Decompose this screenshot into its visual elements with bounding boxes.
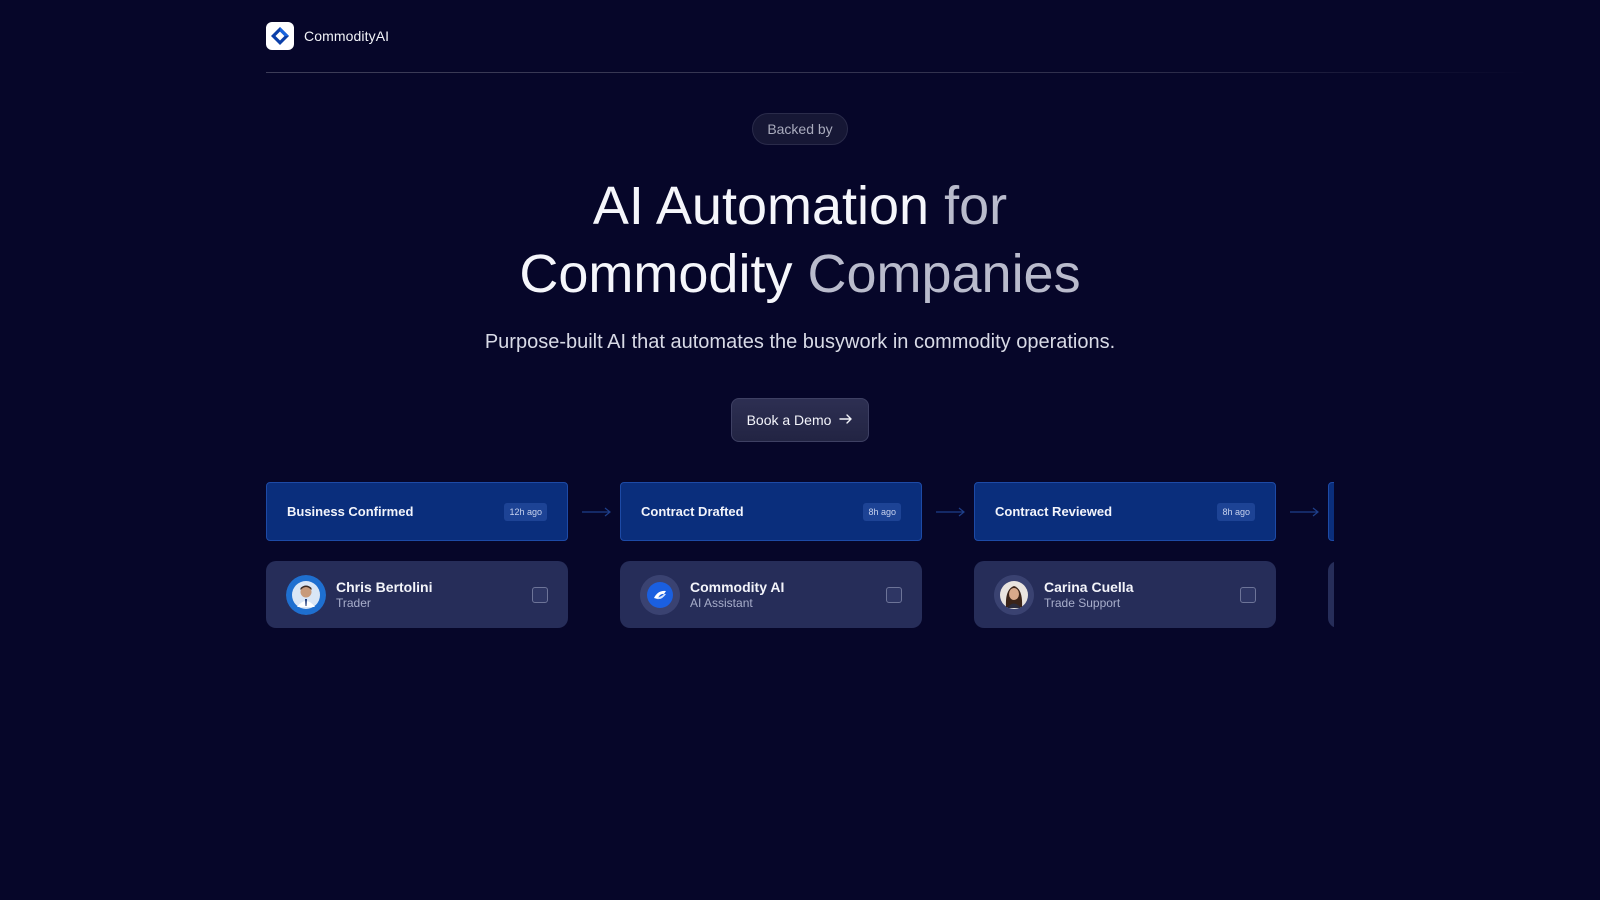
assignee-text: Chris Bertolini Trader	[336, 579, 532, 611]
stage-card-business-confirmed: Business Confirmed 12h ago	[266, 482, 568, 541]
stage-title: Contract Reviewed	[995, 504, 1113, 519]
book-demo-label: Book a Demo	[746, 412, 832, 428]
assignee-role: Trade Support	[1044, 595, 1121, 610]
brand-name: CommodityAI	[304, 28, 390, 44]
stage-card-contract-drafted: Contract Drafted 8h ago	[620, 482, 922, 541]
assignee-name: Commodity AI	[690, 578, 785, 595]
assignee-name: Carina Cuella	[1044, 578, 1134, 595]
assignee-role: AI Assistant	[690, 595, 753, 610]
workflow-strip: Business Confirmed 12h ago Contract Draf…	[266, 482, 1334, 632]
hero-title: AI Automation for Commodity Companies	[0, 172, 1600, 308]
book-demo-button[interactable]: Book a Demo	[731, 398, 869, 442]
hero-title-line-2: Commodity Companies	[0, 240, 1600, 308]
flow-arrow-icon	[582, 507, 611, 517]
stage-card-next	[1328, 482, 1334, 541]
flow-arrow-icon	[936, 507, 965, 517]
hero-subtitle: Purpose-built AI that automates the busy…	[484, 331, 1116, 353]
assignee-role: Trader	[336, 595, 371, 610]
backed-by-badge: Backed by	[752, 113, 848, 145]
brand-home-link[interactable]: CommodityAI	[266, 22, 389, 50]
person-avatar-icon	[994, 574, 1034, 615]
assignee-text: Carina Cuella Trade Support	[1044, 579, 1240, 611]
stage-title: Business Confirmed	[287, 504, 414, 519]
ai-logo-icon	[640, 574, 680, 615]
hero-title-dim-2: Companies	[792, 244, 1081, 304]
assignee-card-trader: Chris Bertolini Trader	[266, 561, 568, 628]
arrow-right-icon	[839, 412, 853, 429]
hero-title-bright-1: AI Automation	[592, 176, 930, 236]
stage-time-badge: 8h ago	[863, 502, 901, 521]
assignee-card-ai-assistant: Commodity AI AI Assistant	[620, 561, 922, 628]
stage-card-contract-reviewed: Contract Reviewed 8h ago	[974, 482, 1276, 541]
task-checkbox[interactable]	[1240, 586, 1256, 603]
flow-arrow-icon	[1290, 507, 1319, 517]
header-divider	[266, 72, 1530, 73]
task-checkbox[interactable]	[886, 586, 902, 603]
diamond-logo-icon	[266, 22, 294, 50]
task-checkbox[interactable]	[532, 586, 548, 603]
stage-title: Contract Drafted	[641, 504, 744, 519]
top-navigation: CommodityAI	[0, 0, 1600, 73]
hero-title-dim-1: for	[929, 176, 1008, 236]
assignee-card-next	[1328, 561, 1334, 628]
assignee-name: Chris Bertolini	[336, 578, 433, 595]
hero-title-bright-2: Commodity	[519, 244, 793, 304]
assignee-text: Commodity AI AI Assistant	[690, 579, 886, 611]
assignee-card-trade-support: Carina Cuella Trade Support	[974, 561, 1276, 628]
stage-time-badge: 8h ago	[1217, 502, 1255, 521]
stage-time-badge: 12h ago	[504, 502, 547, 521]
hero-title-line-1: AI Automation for	[0, 172, 1600, 240]
person-avatar-icon	[286, 574, 326, 615]
